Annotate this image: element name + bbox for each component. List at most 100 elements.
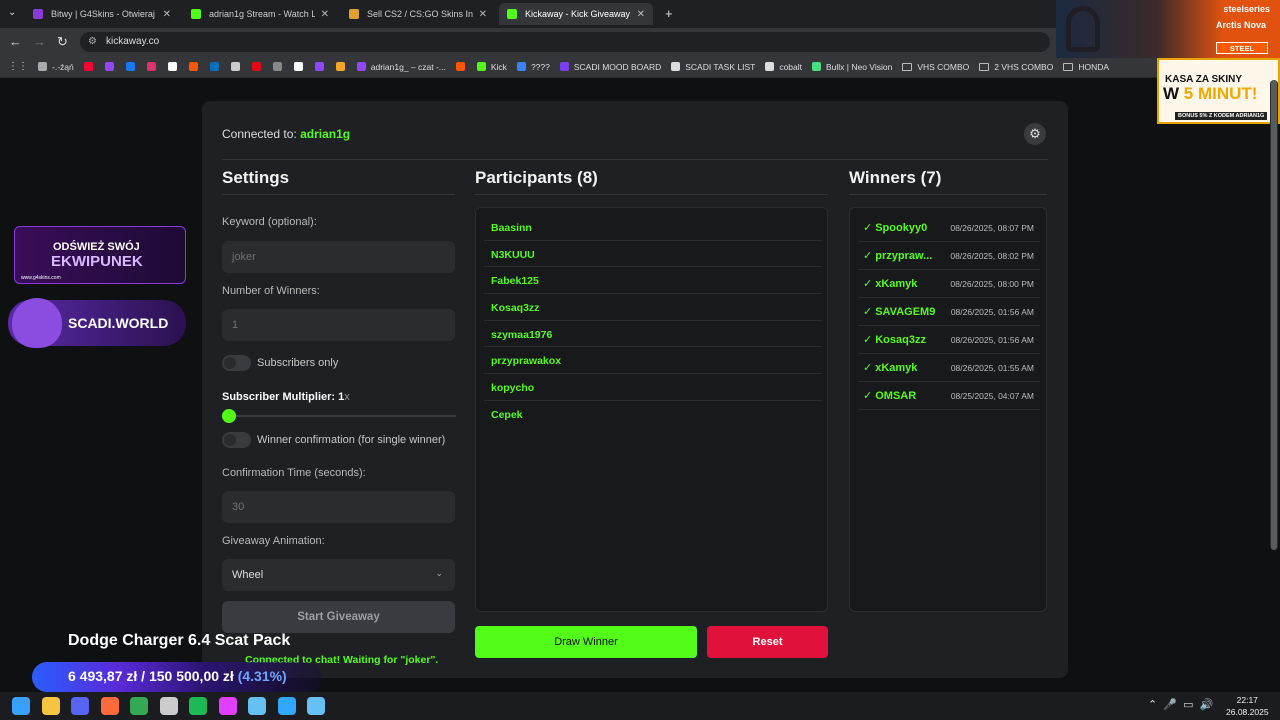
steam2-icon[interactable] xyxy=(307,697,325,715)
bookmark[interactable] xyxy=(272,62,287,71)
bookmark[interactable] xyxy=(104,62,119,71)
subscribers-only-toggle[interactable] xyxy=(222,355,251,371)
bookmark[interactable] xyxy=(293,62,308,71)
check-icon: ✓ xyxy=(863,250,873,262)
discord-icon[interactable] xyxy=(71,697,89,715)
bookmark[interactable]: Kick xyxy=(476,62,507,72)
check-icon: ✓ xyxy=(863,306,873,318)
bookmark-folder[interactable]: HONDA xyxy=(1063,62,1109,72)
forward-icon[interactable]: → xyxy=(33,34,46,49)
bookmark-label: adrian1g_ – czat -... xyxy=(370,61,446,72)
windows-icon[interactable] xyxy=(12,697,30,715)
g4-line2: EKWIPUNEK xyxy=(51,253,143,270)
gear-icon[interactable]: ⚙ xyxy=(1024,123,1046,145)
app-a-icon[interactable] xyxy=(100,697,119,715)
winner-date: 08/26/2025, 08:07 PM xyxy=(950,222,1034,233)
chrome-icon[interactable] xyxy=(130,697,148,715)
bookmark[interactable] xyxy=(146,62,161,71)
tab-search-icon[interactable]: ⌄ xyxy=(8,7,16,18)
animation-select[interactable]: Wheel ⌄ xyxy=(222,559,455,591)
site-info-icon[interactable]: ⚙ xyxy=(88,36,97,47)
bookmark[interactable] xyxy=(209,62,224,71)
winner-confirmation-toggle[interactable] xyxy=(222,432,251,448)
bookmark[interactable]: SCADI TASK LIST xyxy=(671,62,755,72)
keyword-input[interactable]: joker xyxy=(222,241,455,273)
obs-icon[interactable] xyxy=(159,697,178,715)
ad-button[interactable]: STEEL xyxy=(1216,42,1268,54)
bookmark-folder[interactable]: 2 VHS COMBO xyxy=(979,62,1053,72)
participant-row: Kosaq3zz xyxy=(484,294,821,321)
bookmark[interactable] xyxy=(335,62,350,71)
multiplier-slider[interactable] xyxy=(222,409,456,423)
browser-tab[interactable]: adrian1g Stream - Watch Live o ✕ xyxy=(183,3,337,25)
bookmark-label: cobalt xyxy=(779,61,802,72)
participant-row: N3KUUU xyxy=(484,241,821,268)
channel-name: adrian1g xyxy=(300,127,351,141)
bookmark[interactable]: cobalt xyxy=(765,62,802,72)
bookmark[interactable] xyxy=(167,62,182,71)
bookmark-folder[interactable]: VHS COMBO xyxy=(902,62,969,72)
spotify-icon[interactable] xyxy=(189,697,207,715)
system-tray[interactable]: ⌃ 🎤 ▭ 🔊 xyxy=(1148,698,1213,711)
bookmark-icon xyxy=(83,62,93,71)
bookmark[interactable]: SCADI MOOD BOARD xyxy=(559,62,661,72)
app-gallery-icon[interactable] xyxy=(218,697,237,715)
bookmark[interactable]: -.-źąń xyxy=(38,62,74,72)
close-icon[interactable]: ✕ xyxy=(637,9,645,20)
browser-tab[interactable]: Bitwy | G4Skins - Otwieraj skrzy ✕ xyxy=(25,3,179,25)
bookmark-icon xyxy=(104,62,114,71)
g4skins-banner: ODŚWIEŻ SWÓJ EKWIPUNEK www.g4skins.com xyxy=(14,226,186,284)
close-icon[interactable]: ✕ xyxy=(163,9,171,20)
skin-cash-ad[interactable]: KASA ZA SKINY W 5 MINUT! BONUS 5% Z KODE… xyxy=(1157,58,1280,124)
reload-icon[interactable]: ↻ xyxy=(57,34,68,50)
settings-divider xyxy=(222,194,455,195)
winners-count-input[interactable]: 1 xyxy=(222,309,455,341)
bookmark[interactable] xyxy=(125,62,140,71)
confirmation-time-input[interactable]: 30 xyxy=(222,491,455,523)
bookmark[interactable] xyxy=(314,62,329,71)
winner-row: ✓ xKamyk 08/26/2025, 01:55 AM xyxy=(858,354,1040,382)
reset-button[interactable]: Reset xyxy=(707,626,828,658)
draw-winner-button[interactable]: Draw Winner xyxy=(475,626,697,658)
browser-tab[interactable]: Sell CS2 / CS:GO Skins Instantly ✕ xyxy=(341,3,495,25)
bookmark[interactable] xyxy=(230,62,245,71)
page-scrollbar[interactable] xyxy=(1270,80,1278,550)
tab-title: Bitwy | G4Skins - Otwieraj skrzy xyxy=(51,9,157,19)
slider-thumb[interactable] xyxy=(222,409,236,423)
bookmark[interactable] xyxy=(455,62,470,71)
bookmark[interactable]: adrian1g_ – czat -... xyxy=(356,61,446,72)
steam-icon[interactable] xyxy=(248,697,266,715)
start-giveaway-button[interactable]: Start Giveaway xyxy=(222,601,455,633)
bookmark-icon xyxy=(765,62,775,71)
bookmark[interactable]: ???? xyxy=(516,62,550,72)
lightroom-icon[interactable] xyxy=(277,697,296,715)
browser-tab[interactable]: Kickaway - Kick Giveaway Tool ✕ xyxy=(499,3,653,25)
check-icon: ✓ xyxy=(863,362,873,374)
steelseries-ad[interactable]: steelseries Arctis Nova STEEL xyxy=(1056,0,1280,58)
back-icon[interactable]: ← xyxy=(9,34,22,49)
participant-row: kopycho xyxy=(484,374,821,401)
close-icon[interactable]: ✕ xyxy=(479,9,487,20)
bookmark-icon xyxy=(167,62,177,71)
bookmark[interactable] xyxy=(188,62,203,71)
address-bar[interactable]: ⚙ kickaway.co xyxy=(80,32,1050,52)
bookmark-icon xyxy=(356,62,366,71)
bookmark[interactable]: Bullx | Neo Vision xyxy=(812,62,892,72)
winner-date: 08/26/2025, 01:56 AM xyxy=(950,306,1034,317)
explorer-icon[interactable] xyxy=(41,697,60,715)
new-tab-button[interactable]: + xyxy=(665,6,673,21)
bookmark-icon xyxy=(455,62,465,71)
apps-icon[interactable]: ⋮⋮ xyxy=(8,61,28,72)
winners-count-label: Number of Winners: xyxy=(222,285,320,297)
bookmark-icon xyxy=(188,62,198,71)
giveaway-panel: Connected to: adrian1g ⚙ Settings Partic… xyxy=(202,101,1068,678)
participant-row: Fabek125 xyxy=(484,267,821,295)
clock[interactable]: 22:17 26.08.2025 xyxy=(1226,694,1269,718)
bookmark[interactable] xyxy=(251,62,266,71)
bookmark-icon xyxy=(335,62,345,71)
bookmark[interactable] xyxy=(83,62,98,71)
close-icon[interactable]: ✕ xyxy=(321,9,329,20)
settings-title: Settings xyxy=(222,168,290,187)
taskbar: ⌃ 🎤 ▭ 🔊 22:17 26.08.2025 xyxy=(0,692,1280,720)
scadi-banner: SCADI.WORLD xyxy=(8,298,186,348)
